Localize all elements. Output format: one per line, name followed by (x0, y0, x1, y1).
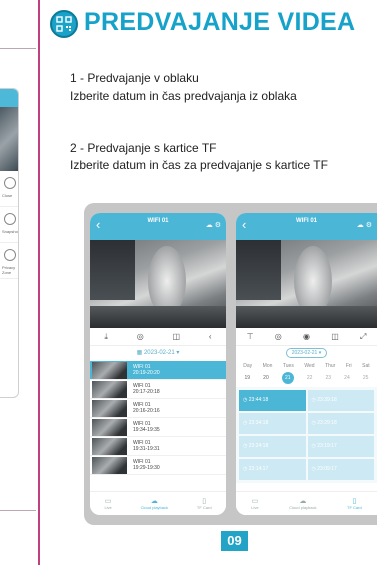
left-bottom-rule (0, 510, 36, 511)
nav-live[interactable]: ▭ Live (104, 497, 111, 510)
record-icon[interactable]: ◎ (137, 332, 144, 341)
page-divider (38, 0, 40, 565)
list-item[interactable]: WIFI 01 20:19-20:20 (90, 361, 226, 380)
date-selector[interactable]: 2023-02-21 ▾ (236, 346, 377, 361)
chevron-down-icon: ▾ (318, 350, 322, 356)
record-thumbnail (92, 399, 127, 417)
record-thumbnail (92, 361, 127, 379)
record-thumbnail (92, 380, 127, 398)
day-cell[interactable]: 25 (363, 375, 369, 381)
time-slot[interactable]: ◷ 23:34:18 (239, 413, 306, 434)
left-item-privacy: Privacy Zone (0, 243, 18, 279)
date-selector[interactable]: ▦ 2023-02-21 ▾ (90, 346, 226, 361)
day-cell[interactable]: 19 (245, 375, 251, 381)
cloud-playback-description: Izberite datum in čas predvajanja iz obl… (70, 89, 297, 103)
left-top-rule (0, 48, 36, 49)
sd-card-icon: ▯ (352, 498, 357, 505)
left-item-close: Close (0, 171, 18, 207)
video-icon: ▭ (251, 498, 259, 505)
nav-live[interactable]: ▭ Live (251, 497, 258, 510)
time-slot-grid: ◷ 23:44:18 ◷ 23:39:18 ◷ 23:34:18 ◷ 23:29… (236, 387, 377, 483)
tf-playback-description: Izberite datum in čas za predvajanje s k… (70, 158, 328, 172)
video-preview (236, 240, 377, 328)
selected-date: 2023-02-21 (143, 350, 175, 356)
snapshot-icon (4, 213, 16, 225)
cloud-icon: ☁ (150, 498, 158, 505)
bottom-nav: ▭ Live ☁ Cloud playback ▯ TF Card (236, 491, 377, 515)
bottom-nav: ▭ Live ☁ Cloud playback ▯ TF Card (90, 491, 226, 515)
camera-icon[interactable]: ◫ (173, 332, 181, 341)
list-item[interactable]: WIFI 01 20:16-20:16 (90, 399, 226, 418)
nav-cloud-playback[interactable]: ☁ Cloud playback (141, 497, 168, 510)
section-title: PREDVAJANJE VIDEA (46, 6, 377, 42)
left-page-fragment: Close Snapshot Privacy Zone (0, 0, 40, 565)
day-cell[interactable]: 23 (326, 375, 332, 381)
share-icon[interactable]: ‹ (209, 332, 212, 341)
time-slot[interactable]: ◷ 23:44:18 (239, 390, 306, 411)
record-thumbnail (92, 437, 127, 455)
cut-icon[interactable]: ⊤ (247, 332, 254, 341)
camera-icon[interactable]: ◫ (331, 332, 339, 341)
close-icon (4, 177, 16, 189)
settings-icon[interactable]: ☁ ⚙ (357, 221, 372, 229)
playback-controls: ⤓ ◎ ◫ ‹ (90, 328, 226, 346)
cloud-icon: ☁ (299, 498, 307, 505)
time-slot[interactable]: ◷ 23:39:18 (307, 390, 374, 411)
time-slot[interactable]: ◷ 23:29:18 (307, 413, 374, 434)
qr-code-icon (50, 10, 78, 38)
page-title: PREDVAJANJE VIDEA (84, 8, 356, 36)
list-item[interactable]: WIFI 01 19:31-19:31 (90, 437, 226, 456)
record-thumbnail (92, 456, 127, 474)
app-header: ‹ WIFI 01 ☁ ⚙ (236, 213, 377, 240)
time-slot[interactable]: ◷ 23:24:18 (239, 436, 306, 457)
nav-tf-card[interactable]: ▯ TF Card (347, 497, 362, 510)
day-cell[interactable]: 22 (307, 375, 313, 381)
phone-tf-playback: ‹ WIFI 01 ☁ ⚙ ⊤ ◎ ◉ ◫ ⤢ 2023-02-21 ▾ Day… (236, 213, 377, 515)
playback-controls: ⊤ ◎ ◉ ◫ ⤢ (236, 328, 377, 346)
day-cell[interactable]: 24 (344, 375, 350, 381)
chevron-down-icon: ▾ (176, 350, 180, 356)
time-slot[interactable]: ◷ 23:14:17 (239, 459, 306, 480)
left-item-snapshot: Snapshot (0, 207, 18, 243)
manual-page: Close Snapshot Privacy Zone PREDVAJANJE … (0, 0, 377, 565)
privacy-zone-icon (4, 249, 16, 261)
settings-icon[interactable]: ☁ ⚙ (206, 221, 221, 229)
day-row: 19 20 21 22 23 24 25 (236, 369, 377, 387)
video-icon: ▭ (104, 498, 112, 505)
nav-cloud-playback[interactable]: ☁ Cloud playback (289, 497, 316, 510)
audio-icon[interactable]: ◉ (303, 332, 310, 341)
record-thumbnail (92, 418, 127, 436)
selected-date: 2023-02-21 (291, 350, 318, 356)
list-item[interactable]: WIFI 01 20:17-20:18 (90, 380, 226, 399)
download-icon[interactable]: ⤓ (104, 332, 108, 342)
left-phone-screenshot: Close Snapshot Privacy Zone (0, 88, 19, 398)
list-item[interactable]: WIFI 01 19:29-19:30 (90, 456, 226, 475)
weekday-row: Day Mon Tues Wed Thur Fri Sat (243, 363, 370, 369)
video-preview (90, 240, 226, 328)
day-cell-selected[interactable]: 21 (281, 372, 294, 384)
nav-tf-card[interactable]: ▯ TF Card (197, 497, 212, 510)
page-number: 09 (221, 531, 248, 551)
time-slot[interactable]: ◷ 23:19:17 (307, 436, 374, 457)
record-icon[interactable]: ◎ (275, 332, 282, 341)
fullscreen-icon[interactable]: ⤢ (360, 332, 366, 342)
phone-cloud-playback: ‹ WIFI 01 ☁ ⚙ ⤓ ◎ ◫ ‹ ▦ 2023-02-21 ▾ WIF… (90, 213, 226, 515)
time-slot[interactable]: ◷ 23:09:17 (307, 459, 374, 480)
app-header: ‹ WIFI 01 ☁ ⚙ (90, 213, 226, 240)
tf-playback-heading: 2 - Predvajanje s kartice TF (70, 141, 217, 155)
calendar-icon: ▦ (136, 350, 143, 356)
record-list: WIFI 01 20:19-20:20 WIFI 01 20:17-20:18 WI… (90, 361, 226, 475)
day-cell[interactable]: 20 (263, 375, 269, 381)
sd-card-icon: ▯ (202, 498, 207, 505)
list-item[interactable]: WIFI 01 19:34-19:35 (90, 418, 226, 437)
cloud-playback-heading: 1 - Predvajanje v oblaku (70, 71, 199, 85)
